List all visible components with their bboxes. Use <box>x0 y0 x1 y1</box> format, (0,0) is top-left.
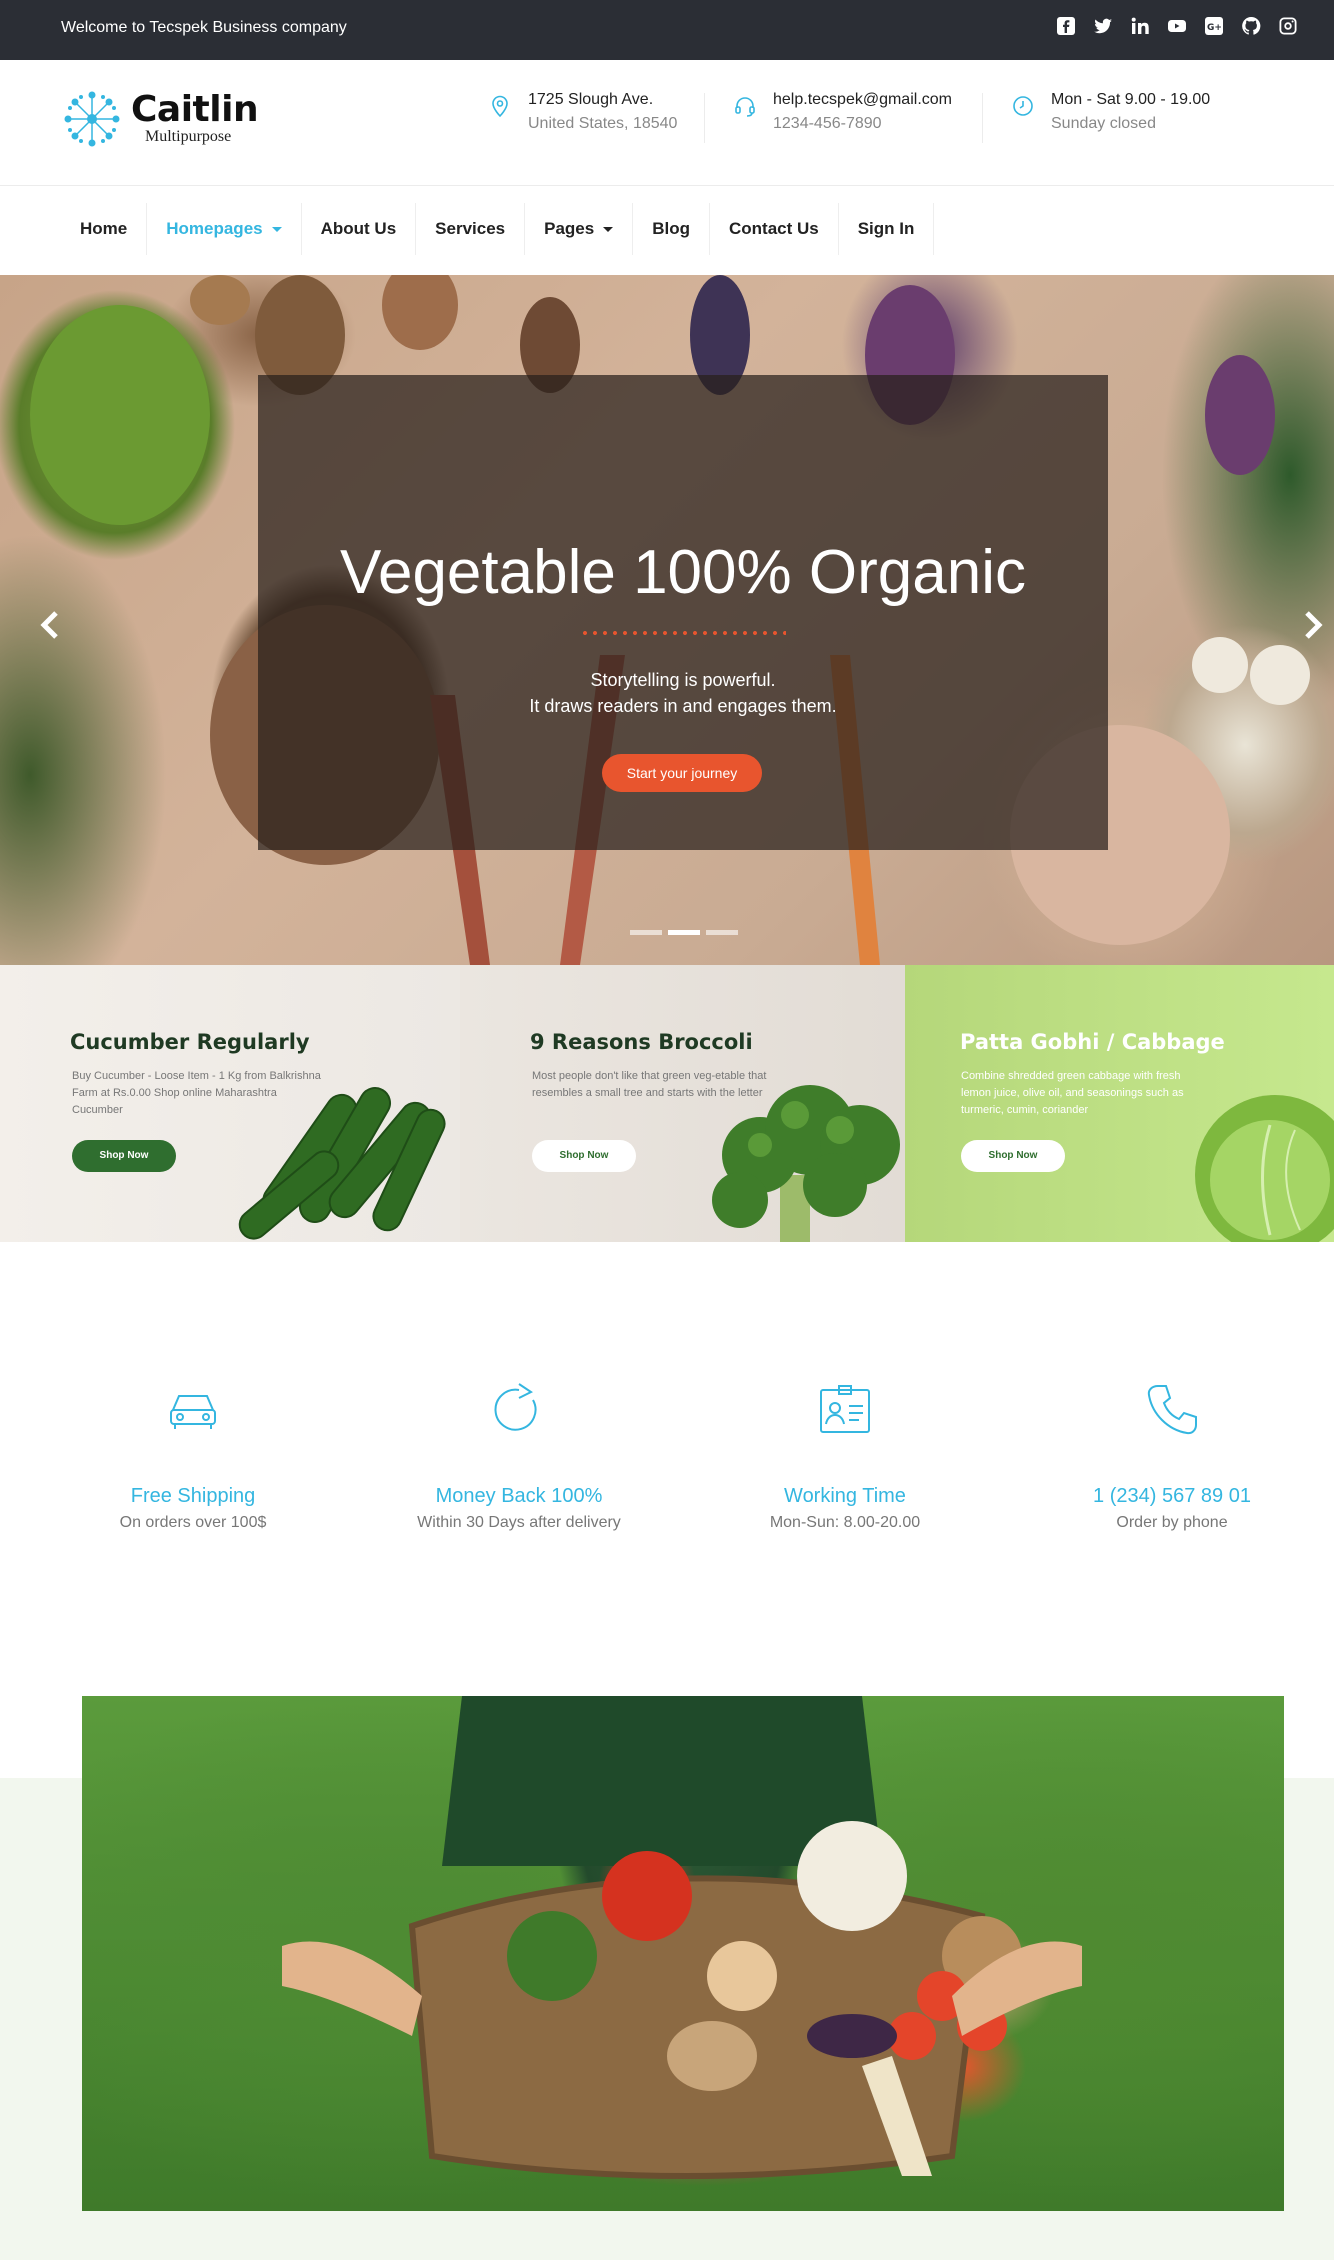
nav-services-label: Services <box>435 219 506 238</box>
slide-indicator-1[interactable] <box>630 930 662 935</box>
map-pin-icon <box>488 94 512 118</box>
divider <box>982 93 983 143</box>
nav-signin-label: Sign In <box>857 219 915 238</box>
promo-card-broccoli: 9 Reasons Broccoli Most people don't lik… <box>460 965 905 1242</box>
next-slide-arrow-icon[interactable] <box>1297 605 1327 645</box>
shop-now-button[interactable]: Shop Now <box>961 1140 1065 1172</box>
features-section: Free Shipping On orders over 100$ Money … <box>0 1380 1334 1570</box>
github-icon[interactable] <box>1241 16 1261 36</box>
nav-services[interactable]: Services <box>416 203 526 255</box>
nav-home-label: Home <box>80 219 128 238</box>
hero-subtitle-line1: Storytelling is powerful. <box>590 670 776 690</box>
feature-title: Free Shipping <box>130 1485 256 1507</box>
contact-email: help.tecspek@gmail.com 1234-456-7890 <box>733 88 952 136</box>
nav-home[interactable]: Home <box>61 203 148 255</box>
feature-title: Working Time <box>784 1485 906 1507</box>
feature-subtitle: Mon-Sun: 8.00-20.00 <box>769 1514 921 1531</box>
feature-subtitle: On orders over 100$ <box>119 1514 267 1531</box>
phone-icon <box>1142 1380 1202 1440</box>
slide-indicators <box>630 930 738 935</box>
nav-homepages-label: Homepages <box>166 219 263 238</box>
feature-subtitle: Within 30 Days after delivery <box>417 1514 621 1531</box>
hours-line1: Mon - Sat 9.00 - 19.00 <box>1051 91 1211 108</box>
feature-working-time: Working Time Mon-Sun: 8.00-20.00 <box>695 1380 995 1532</box>
feature-free-shipping: Free Shipping On orders over 100$ <box>43 1380 343 1532</box>
top-bar: Welcome to Tecspek Business company G+ <box>0 0 1334 60</box>
social-links: G+ <box>1056 16 1298 36</box>
feature-title: Money Back 100% <box>435 1485 603 1507</box>
svg-text:G+: G+ <box>1207 23 1222 33</box>
address-line1: 1725 Slough Ave. <box>528 91 654 108</box>
nav-blog-label: Blog <box>652 219 690 238</box>
brand-name: Caitlin <box>131 89 259 130</box>
facebook-icon[interactable] <box>1056 16 1076 36</box>
feature-subtitle: Order by phone <box>1116 1514 1228 1531</box>
google-plus-icon[interactable]: G+ <box>1204 16 1224 36</box>
nav-about-label: About Us <box>320 219 397 238</box>
promo-title: 9 Reasons Broccoli <box>530 1030 753 1054</box>
nav-homepages[interactable]: Homepages <box>147 203 302 255</box>
welcome-text: Welcome to Tecspek Business company <box>61 19 347 36</box>
vegetable-basket-image <box>82 1696 1284 2211</box>
basket-illustration <box>282 1696 1082 2179</box>
shop-now-button[interactable]: Shop Now <box>532 1140 636 1172</box>
nav-blog[interactable]: Blog <box>633 203 710 255</box>
slide-indicator-2[interactable] <box>668 930 700 935</box>
address-line2: United States, 18540 <box>528 115 678 132</box>
caret-down-icon <box>271 226 282 232</box>
divider <box>704 93 705 143</box>
hero-subtitle-line2: It draws readers in and engages them. <box>529 696 837 716</box>
nav-contact-label: Contact Us <box>728 219 819 238</box>
promo-title: Patta Gobhi / Cabbage <box>960 1030 1225 1054</box>
hero-title: Vegetable 100% Organic <box>340 538 1026 607</box>
brand-tagline: Multipurpose <box>145 128 232 145</box>
nav-about-us[interactable]: About Us <box>302 203 417 255</box>
shop-now-button[interactable]: Shop Now <box>72 1140 176 1172</box>
twitter-icon[interactable] <box>1093 16 1113 36</box>
headset-icon <box>733 94 757 118</box>
prev-slide-arrow-icon[interactable] <box>36 605 66 645</box>
feature-phone: 1 (234) 567 89 01 Order by phone <box>1022 1380 1322 1532</box>
cabbage-image <box>1195 1095 1334 1242</box>
nav-pages[interactable]: Pages <box>525 203 634 255</box>
nav-pages-label: Pages <box>544 219 595 238</box>
email-text[interactable]: help.tecspek@gmail.com <box>773 88 952 112</box>
promo-card-cucumber: Cucumber Regularly Buy Cucumber - Loose … <box>0 965 460 1242</box>
feature-title: 1 (234) 567 89 01 <box>1093 1485 1251 1507</box>
site-header: Caitlin Multipurpose 1725 Slough Ave. Un… <box>0 60 1334 186</box>
youtube-icon[interactable] <box>1167 16 1187 36</box>
hero-slider: Vegetable 100% Organic Storytelling is p… <box>0 275 1334 965</box>
promo-card-cabbage: Patta Gobhi / Cabbage Combine shredded g… <box>905 965 1334 1242</box>
hours-line2: Sunday closed <box>1051 115 1156 132</box>
phone-text: 1234-456-7890 <box>773 115 882 132</box>
instagram-icon[interactable] <box>1278 16 1298 36</box>
logo-icon <box>64 91 120 147</box>
cucumber-image <box>238 1087 446 1240</box>
car-icon <box>163 1380 223 1440</box>
refresh-icon <box>489 1380 549 1440</box>
caret-down-icon <box>603 226 614 232</box>
linkedin-icon[interactable] <box>1130 16 1150 36</box>
clock-icon <box>1011 94 1035 118</box>
logo[interactable]: Caitlin Multipurpose <box>61 88 259 150</box>
contact-address: 1725 Slough Ave. United States, 18540 <box>488 88 677 136</box>
promo-text: Combine shredded green cabbage with fres… <box>961 1070 1184 1116</box>
hero-dotted-divider <box>580 631 786 635</box>
broccoli-image <box>712 1085 900 1242</box>
slide-indicator-3[interactable] <box>706 930 738 935</box>
main-nav: Home Homepages About Us Services Pages B… <box>61 203 935 255</box>
id-card-icon <box>815 1380 875 1440</box>
nav-contact-us[interactable]: Contact Us <box>710 203 839 255</box>
promo-title: Cucumber Regularly <box>70 1030 310 1054</box>
nav-sign-in[interactable]: Sign In <box>839 203 935 255</box>
contact-hours: Mon - Sat 9.00 - 19.00 Sunday closed <box>1011 88 1210 136</box>
start-journey-button[interactable]: Start your journey <box>602 754 762 792</box>
feature-money-back: Money Back 100% Within 30 Days after del… <box>369 1380 669 1532</box>
